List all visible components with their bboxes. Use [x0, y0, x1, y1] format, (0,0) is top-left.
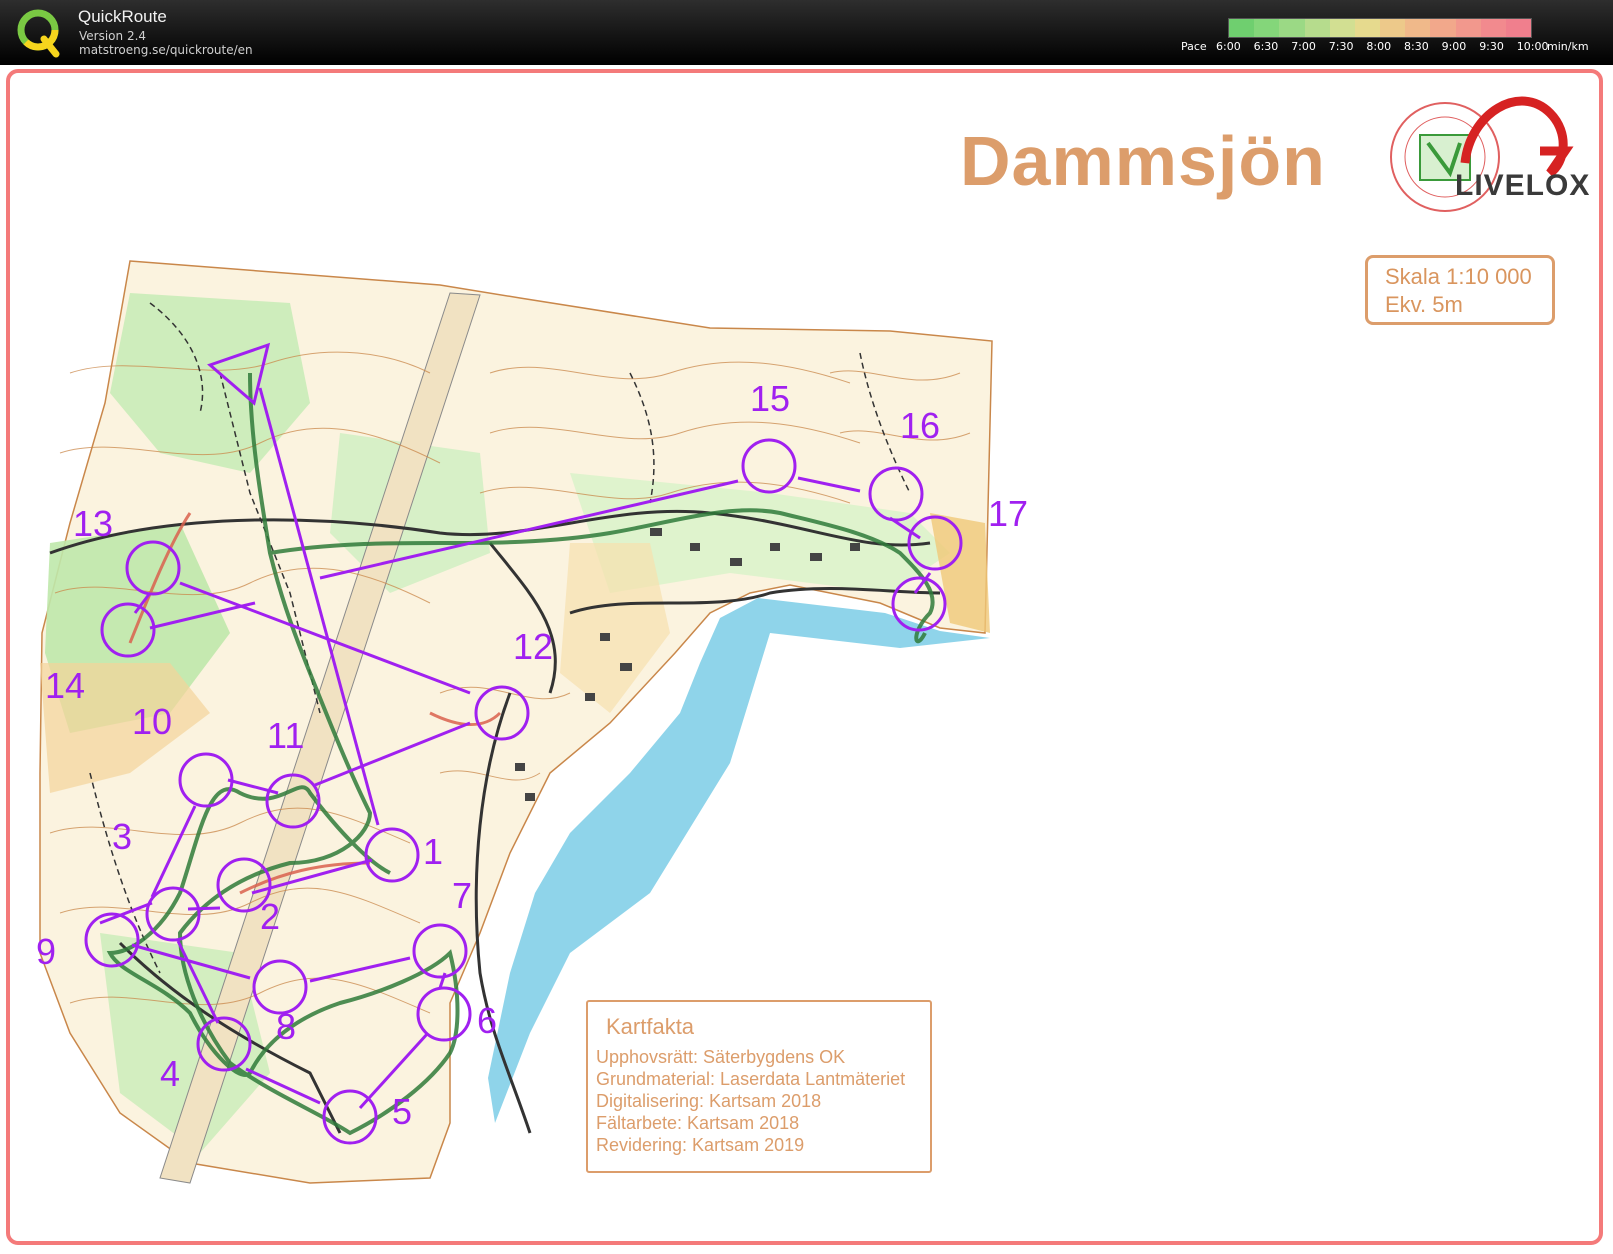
control-number: 16 [900, 405, 941, 446]
app-title: QuickRoute [78, 7, 167, 26]
pace-tick-label: 9:00 [1441, 40, 1467, 53]
map-frame[interactable]: Dammsjön LIVELOX Skala 1:10 000 Ekv. 5m … [6, 69, 1603, 1245]
livelox-brand: LIVELOX [1455, 169, 1591, 202]
pace-color-swatch [1480, 19, 1506, 37]
kartfakta-line: Upphovsrätt: Säterbygdens OK [596, 1047, 846, 1067]
control-number: 12 [513, 626, 554, 667]
pace-color-swatch [1380, 19, 1406, 37]
control-number: 2 [260, 896, 281, 937]
quickroute-logo-icon [17, 9, 60, 58]
pace-color-swatch [1455, 19, 1481, 37]
pace-tick-label: 6:30 [1253, 40, 1279, 53]
kartfakta-title: Kartfakta [606, 1014, 695, 1039]
control-number: 9 [36, 931, 57, 972]
control-number: 4 [160, 1053, 181, 1094]
title-bar: QuickRoute Version 2.4 matstroeng.se/qui… [0, 0, 1613, 65]
pace-color-swatch [1505, 19, 1532, 37]
control-number: 15 [750, 378, 791, 419]
control-number: 3 [112, 816, 133, 857]
pace-color-swatch [1405, 19, 1431, 37]
pace-color-swatch [1354, 19, 1381, 37]
pace-color-swatch [1430, 19, 1456, 37]
map-title: Dammsjön [960, 122, 1326, 200]
pace-tick-label: 8:00 [1366, 40, 1392, 53]
kartfakta-line: Fältarbete: Kartsam 2018 [596, 1113, 800, 1133]
control-number: 7 [452, 875, 473, 916]
pace-color-swatch [1304, 19, 1330, 37]
control-number: 14 [45, 665, 86, 706]
control-number: 5 [392, 1091, 413, 1132]
pace-unit: min/km [1547, 40, 1589, 53]
pace-color-swatch [1229, 19, 1255, 37]
kartfakta-line: Digitalisering: Kartsam 2018 [596, 1091, 822, 1111]
pace-color-swatch [1329, 19, 1355, 37]
control-number: 8 [276, 1006, 297, 1047]
kartfakta-line: Revidering: Kartsam 2019 [596, 1135, 805, 1155]
app-version: Version 2.4 [79, 29, 147, 43]
pace-tick-label: 8:30 [1404, 40, 1429, 53]
control-number: 17 [988, 493, 1029, 534]
control-number: 1 [423, 831, 444, 872]
control-number: 10 [132, 701, 173, 742]
pace-tick-label: 7:30 [1328, 40, 1354, 53]
pace-color-swatch [1254, 19, 1280, 37]
kartfakta-line: Grundmaterial: Laserdata Lantmäteriet [596, 1069, 906, 1089]
pace-color-swatch [1279, 19, 1305, 37]
control-number: 13 [73, 503, 114, 544]
pace-label: Pace [1181, 40, 1207, 53]
pace-tick-label: 10:00 [1516, 40, 1549, 53]
scale-box: Skala 1:10 000 Ekv. 5m [1365, 255, 1555, 325]
pace-tick-label: 6:00 [1216, 40, 1241, 53]
control-number: 11 [267, 715, 305, 756]
scale-label: Skala 1:10 000 [1385, 264, 1532, 289]
equidistance-label: Ekv. 5m [1385, 292, 1463, 317]
control-number: 6 [477, 1000, 498, 1041]
kartfakta-box: Kartfakta Upphovsrätt: Säterbygdens OK G… [586, 1000, 932, 1173]
pace-tick-label: 7:00 [1291, 40, 1316, 53]
pace-color-scale [1228, 18, 1532, 38]
pace-tick-label: 9:30 [1479, 40, 1504, 53]
app-url-link[interactable]: matstroeng.se/quickroute/en [79, 43, 253, 57]
